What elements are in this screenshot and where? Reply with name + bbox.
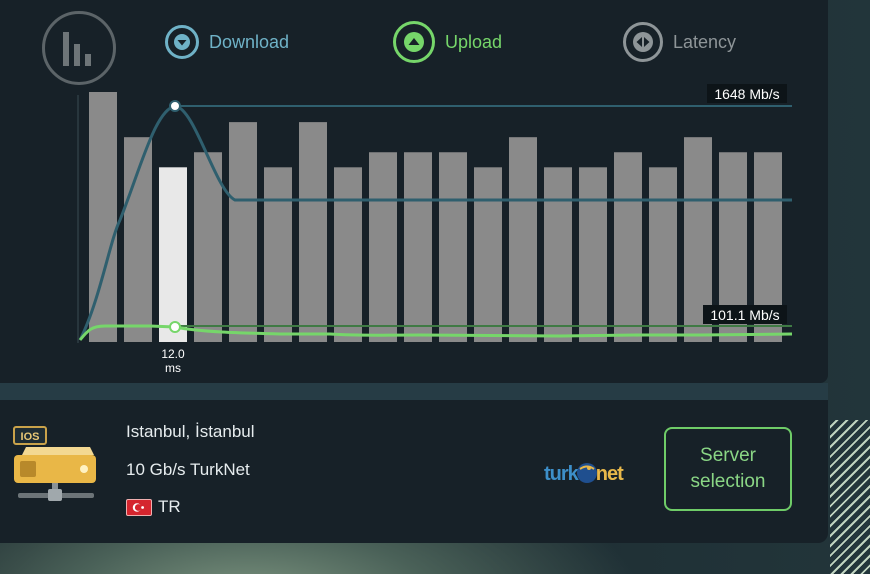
- latency-unit-label: ms: [165, 361, 181, 375]
- turknet-logo-left: turk: [544, 463, 579, 485]
- turknet-globe-icon: [576, 463, 597, 483]
- chart-bar: [369, 152, 397, 342]
- panel-divider: [0, 383, 828, 400]
- chart-bar: [404, 152, 432, 342]
- speed-chart: 1648 Mb/s 101.1 Mb/s 12.0 ms: [77, 84, 793, 375]
- server-selection-line2: selection: [690, 471, 766, 492]
- server-selection-button[interactable]: Server selection: [664, 427, 792, 511]
- chart-bar: [614, 152, 642, 342]
- download-peak-marker: [169, 100, 181, 112]
- os-badge-text: IOS: [21, 431, 40, 443]
- chart-bar: [334, 167, 362, 342]
- chart-bar: [264, 167, 292, 342]
- chart-bar: [194, 152, 222, 342]
- download-peak-label: 1648 Mb/s: [714, 86, 779, 102]
- server-vent: [20, 461, 36, 477]
- server-top: [22, 447, 94, 455]
- chart-bar: [649, 167, 677, 342]
- chart-bar: [579, 167, 607, 342]
- turknet-logo-right: net: [595, 463, 624, 485]
- server-led: [80, 465, 88, 473]
- chart-bar: [159, 167, 187, 342]
- latency-value-label: 12.0: [161, 347, 185, 361]
- server-connector: [48, 489, 62, 501]
- server-provider: 10 Gb/s TurkNet: [126, 460, 250, 479]
- chart-bar: [299, 122, 327, 342]
- turknet-logo: turk net: [544, 462, 624, 486]
- chart-bar: [544, 167, 572, 342]
- chart-bar: [229, 122, 257, 342]
- server-country: TR: [158, 497, 181, 516]
- turkey-flag-icon: [126, 499, 152, 516]
- chart-bar: [509, 137, 537, 342]
- server-icon: IOS: [13, 426, 96, 501]
- decorative-stripes: [830, 420, 870, 574]
- upload-peak-label: 101.1 Mb/s: [710, 307, 779, 323]
- upload-peak-marker: [169, 321, 181, 333]
- chart-bar: [439, 152, 467, 342]
- server-city: Istanbul, İstanbul: [126, 422, 255, 441]
- server-selection-line1: Server: [700, 445, 756, 466]
- chart-bar: [474, 167, 502, 342]
